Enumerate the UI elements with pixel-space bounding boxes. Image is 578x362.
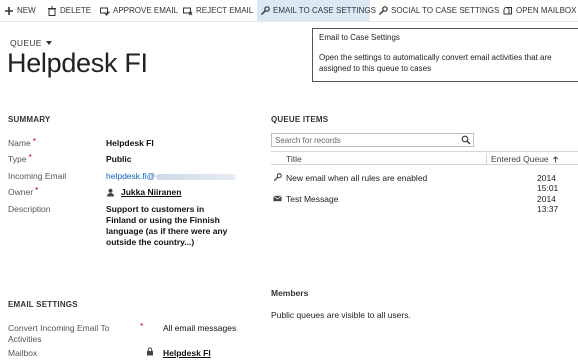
convert-email-label: Convert Incoming Email To Activities bbox=[8, 323, 110, 344]
queue-items-heading: QUEUE ITEMS bbox=[271, 115, 329, 124]
owner-link[interactable]: Jukka Niiranen bbox=[121, 187, 181, 197]
column-divider bbox=[486, 153, 487, 164]
convert-email-value[interactable]: All email messages bbox=[163, 323, 236, 333]
social-to-case-settings-button[interactable]: SOCIAL TO CASE SETTINGS bbox=[378, 0, 499, 21]
page-title: Helpdesk FI bbox=[7, 48, 148, 78]
entity-switcher[interactable]: QUEUE bbox=[10, 38, 52, 48]
delete-button-label: DELETE bbox=[60, 6, 92, 15]
new-button[interactable]: NEW bbox=[4, 0, 36, 21]
search-placeholder: Search for records bbox=[275, 135, 341, 145]
open-mailbox-label: OPEN MAILBOX bbox=[516, 6, 577, 15]
wrench-icon bbox=[273, 173, 282, 182]
incoming-email-value[interactable]: helpdesk.fi@ bbox=[106, 171, 237, 181]
table-row[interactable]: Test Message 2014 13:37 bbox=[271, 192, 578, 214]
trash-icon bbox=[48, 6, 56, 16]
email-to-case-settings-label: EMAIL TO CASE SETTINGS bbox=[273, 6, 376, 15]
tooltip-title: Email to Case Settings bbox=[319, 33, 400, 42]
social-to-case-settings-label: SOCIAL TO CASE SETTINGS bbox=[391, 6, 500, 15]
mailbox-icon bbox=[503, 6, 512, 14]
email-to-case-settings-button[interactable]: EMAIL TO CASE SETTINGS bbox=[257, 0, 376, 21]
mailbox-label: Mailbox bbox=[8, 348, 38, 358]
mailbox-link[interactable]: Helpdesk FI bbox=[163, 348, 211, 358]
user-icon bbox=[106, 188, 115, 197]
required-marker: * bbox=[140, 321, 144, 331]
chevron-down-icon bbox=[45, 41, 52, 45]
row-title[interactable]: New email when all rules are enabled bbox=[286, 173, 427, 183]
owner-value[interactable]: Jukka Niiranen bbox=[106, 187, 181, 197]
envelope-icon bbox=[273, 195, 282, 202]
name-value[interactable]: Helpdesk FI bbox=[106, 138, 154, 148]
type-value[interactable]: Public bbox=[106, 154, 132, 164]
row-entered-date: 2014 15:01 bbox=[537, 173, 559, 193]
sort-ascending-icon bbox=[552, 155, 558, 163]
search-input[interactable]: Search for records bbox=[271, 133, 474, 147]
approve-email-label: APPROVE EMAIL bbox=[113, 6, 178, 15]
reject-email-button[interactable]: REJECT EMAIL bbox=[183, 0, 253, 21]
summary-heading: SUMMARY bbox=[8, 115, 51, 124]
owner-label: Owner * bbox=[8, 185, 39, 197]
plus-icon bbox=[5, 6, 13, 15]
required-marker: * bbox=[28, 152, 32, 162]
members-text: Public queues are visible to all users. bbox=[271, 310, 411, 320]
description-label: Description bbox=[8, 204, 51, 214]
required-marker: * bbox=[32, 136, 36, 146]
wrench-icon bbox=[378, 5, 388, 15]
description-value[interactable]: Support to customers in Finland or using… bbox=[106, 204, 234, 248]
email-settings-heading: EMAIL SETTINGS bbox=[8, 300, 78, 309]
delete-button[interactable]: DELETE bbox=[47, 0, 91, 21]
incoming-email-link[interactable]: helpdesk.fi@ bbox=[106, 171, 155, 181]
wrench-icon bbox=[260, 5, 270, 15]
row-title[interactable]: Test Message bbox=[286, 194, 338, 204]
entity-label: QUEUE bbox=[10, 38, 42, 48]
table-row[interactable]: New email when all rules are enabled 201… bbox=[271, 171, 578, 193]
incoming-email-label: Incoming Email bbox=[8, 171, 67, 181]
required-marker: * bbox=[35, 185, 39, 195]
reject-email-label: REJECT EMAIL bbox=[196, 6, 254, 15]
new-button-label: NEW bbox=[17, 6, 36, 15]
grid-header: Title Entered Queue bbox=[271, 151, 578, 165]
open-mailbox-button[interactable]: OPEN MAILBOX bbox=[503, 0, 576, 21]
reject-email-icon bbox=[183, 7, 193, 15]
search-icon[interactable] bbox=[461, 135, 471, 145]
approve-email-button[interactable]: APPROVE EMAIL bbox=[100, 0, 178, 21]
name-label: Name * bbox=[8, 136, 36, 148]
column-title[interactable]: Title bbox=[286, 154, 302, 164]
type-label: Type * bbox=[8, 152, 32, 164]
column-entered-queue[interactable]: Entered Queue bbox=[491, 154, 559, 164]
tooltip-body: Open the settings to automatically conve… bbox=[319, 53, 552, 73]
members-heading: Members bbox=[271, 288, 309, 298]
lock-icon bbox=[147, 347, 153, 356]
tooltip: Email to Case Settings Open the settings… bbox=[312, 28, 578, 82]
approve-email-icon bbox=[100, 7, 110, 16]
row-entered-date: 2014 13:37 bbox=[537, 194, 559, 214]
redacted-email-domain bbox=[156, 173, 237, 180]
command-bar: NEW DELETE APPROVE EMAIL REJECT EMAIL EM… bbox=[0, 0, 578, 22]
